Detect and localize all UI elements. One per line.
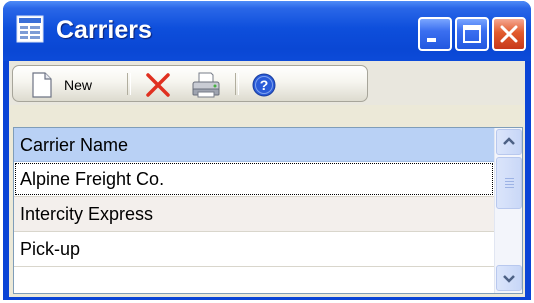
grip-line xyxy=(505,178,514,179)
row-divider xyxy=(14,266,494,267)
form-window-icon xyxy=(16,15,44,43)
toolbar: New ? xyxy=(9,61,525,105)
close-button[interactable] xyxy=(492,17,526,51)
table-row[interactable]: Alpine Freight Co. xyxy=(14,162,494,196)
maximize-icon xyxy=(463,25,481,43)
delete-button[interactable] xyxy=(137,70,179,99)
window-title: Carriers xyxy=(56,16,152,44)
svg-text:?: ? xyxy=(260,77,269,93)
new-button[interactable]: New xyxy=(19,70,121,99)
toolbar-button-group: New ? xyxy=(12,65,368,102)
scroll-up-button[interactable] xyxy=(496,129,522,155)
close-icon xyxy=(500,25,518,43)
delete-x-icon xyxy=(146,73,170,97)
new-button-label: New xyxy=(64,77,93,93)
table-row[interactable]: Pick-up xyxy=(14,232,494,266)
toolbar-separator xyxy=(127,73,131,95)
maximize-button[interactable] xyxy=(455,17,489,51)
grip-line xyxy=(505,184,514,185)
scrollbar-thumb[interactable] xyxy=(496,157,522,209)
column-header-label: Carrier Name xyxy=(20,135,129,155)
carriers-window: Carriers New ? Carrier Name Alpine Freig… xyxy=(3,1,531,300)
help-question-icon: ? xyxy=(252,73,276,97)
grip-line xyxy=(505,187,514,188)
chevron-up-icon xyxy=(503,137,515,145)
scroll-down-button[interactable] xyxy=(496,265,522,291)
column-header-carrier-name[interactable]: Carrier Name xyxy=(14,128,494,162)
title-bar[interactable]: Carriers xyxy=(3,1,531,61)
help-button[interactable]: ? xyxy=(245,70,283,99)
grip-line xyxy=(505,181,514,182)
table-row[interactable]: Intercity Express xyxy=(14,197,494,231)
minimize-button[interactable] xyxy=(418,17,452,51)
chevron-down-icon xyxy=(503,275,515,283)
new-document-icon xyxy=(32,72,52,98)
carrier-name-cell: Intercity Express xyxy=(20,204,154,224)
carrier-name-cell: Alpine Freight Co. xyxy=(20,169,165,189)
printer-icon xyxy=(192,72,220,98)
window-client-area: New ? Carrier Name Alpine Freight Co. In… xyxy=(9,61,525,297)
print-button[interactable] xyxy=(183,70,229,99)
carriers-grid[interactable]: Carrier Name Alpine Freight Co. Intercit… xyxy=(13,127,523,294)
vertical-scrollbar[interactable] xyxy=(494,128,522,293)
carrier-name-cell: Pick-up xyxy=(20,239,81,259)
minimize-icon xyxy=(427,38,436,42)
toolbar-separator xyxy=(235,73,239,95)
